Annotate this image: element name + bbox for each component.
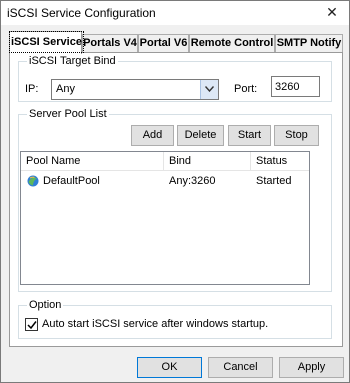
port-field[interactable] (271, 76, 320, 97)
dialog-window: iSCSI Service Configuration ✕ iSCSI Serv… (0, 0, 350, 383)
tab-portals-v4[interactable]: Portals V4 (82, 34, 138, 53)
ip-label: IP: (25, 83, 39, 95)
ok-button[interactable]: OK (137, 357, 202, 378)
window-title: iSCSI Service Configuration (7, 6, 156, 20)
delete-button[interactable]: Delete (177, 125, 224, 146)
tab-smtp-notify[interactable]: SMTP Notify (275, 34, 343, 53)
ip-select[interactable]: Any (51, 79, 219, 100)
pool-list-header: Pool Name Bind Status (21, 152, 309, 171)
pool-list[interactable]: Pool Name Bind Status DefaultPool Any:32… (20, 151, 310, 285)
add-button[interactable]: Add (131, 125, 174, 146)
title-bar[interactable]: iSCSI Service Configuration ✕ (1, 1, 349, 25)
target-bind-label: iSCSI Target Bind (29, 55, 116, 67)
port-input[interactable] (272, 77, 319, 96)
stop-button[interactable]: Stop (274, 125, 319, 146)
checkmark-icon (27, 321, 37, 330)
pool-bind-cell: Any:3260 (169, 175, 216, 187)
autostart-checkbox[interactable] (25, 318, 38, 331)
server-pool-label: Server Pool List (29, 108, 107, 120)
chevron-down-icon[interactable] (200, 80, 218, 99)
table-row[interactable]: DefaultPool Any:3260 Started (21, 172, 309, 190)
tab-panel-iscsi-service: iSCSI Target Bind IP: Any Port: Server P… (9, 52, 343, 347)
pool-status-cell: Started (256, 175, 292, 187)
port-label: Port: (234, 83, 258, 95)
start-button[interactable]: Start (228, 125, 271, 146)
tab-strip: iSCSI Service Portals V4 Portal V6 Remot… (9, 31, 343, 54)
option-label: Option (29, 299, 62, 311)
tab-remote-control[interactable]: Remote Control (189, 34, 275, 53)
autostart-label[interactable]: Auto start iSCSI service after windows s… (42, 318, 268, 330)
column-pool-name[interactable]: Pool Name (21, 152, 164, 171)
column-status[interactable]: Status (251, 152, 309, 171)
tab-iscsi-service[interactable]: iSCSI Service (9, 31, 84, 54)
tab-portal-v6[interactable]: Portal V6 (138, 34, 189, 53)
column-bind[interactable]: Bind (164, 152, 251, 171)
pool-name-cell: DefaultPool (43, 175, 100, 187)
cancel-button[interactable]: Cancel (208, 357, 273, 378)
apply-button[interactable]: Apply (279, 357, 344, 378)
ip-select-value: Any (56, 83, 75, 95)
close-icon[interactable]: ✕ (315, 1, 349, 24)
